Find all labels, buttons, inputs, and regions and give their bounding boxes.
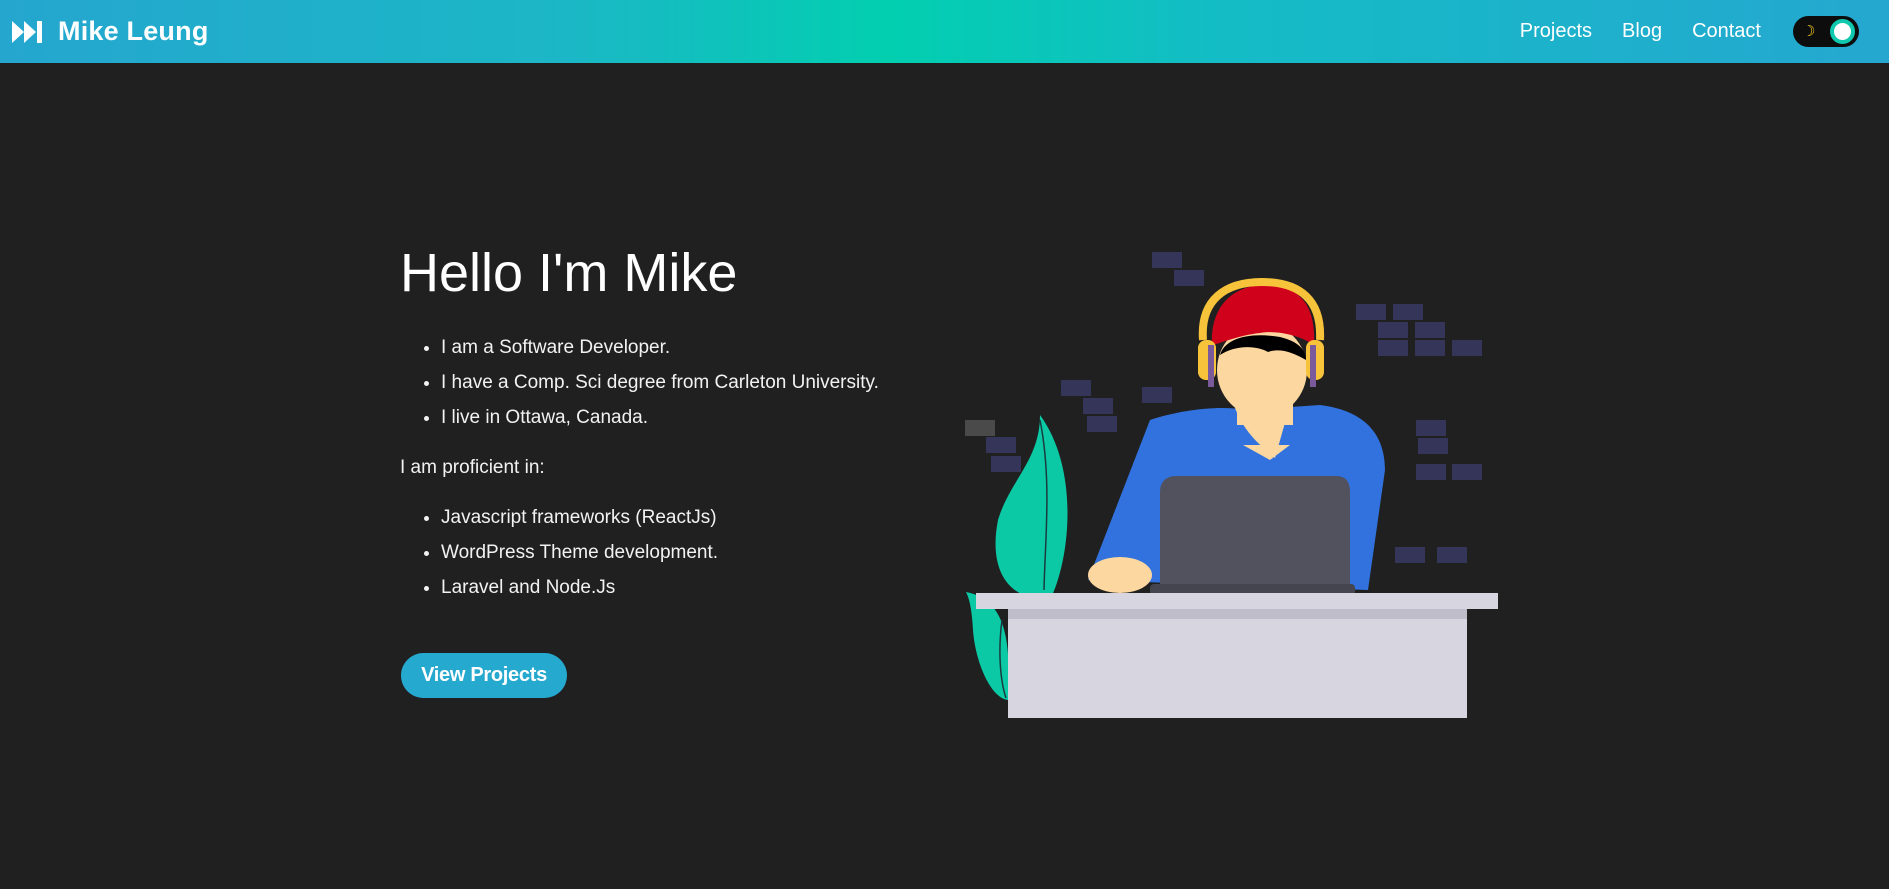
top-navbar: Mike Leung Projects Blog Contact ☽: [0, 0, 1889, 63]
list-item: I have a Comp. Sci degree from Carleton …: [441, 365, 879, 400]
brand-name: Mike Leung: [58, 16, 209, 46]
nav-links: Projects Blog Contact: [1490, 0, 1761, 63]
view-projects-button[interactable]: View Projects: [401, 653, 567, 698]
brand-home-link[interactable]: Mike Leung: [12, 0, 209, 63]
moon-icon: ☽: [1802, 23, 1816, 40]
nav-link-contact[interactable]: Contact: [1692, 20, 1761, 43]
developer-at-desk-illustration: [965, 252, 1498, 718]
toggle-knob: [1830, 19, 1855, 44]
hero-title: Hello I'm Mike: [400, 243, 738, 303]
proficient-label: I am proficient in:: [400, 457, 545, 478]
list-item: Javascript frameworks (ReactJs): [441, 500, 718, 535]
nav-link-blog[interactable]: Blog: [1622, 20, 1662, 43]
list-item: I live in Ottawa, Canada.: [441, 400, 879, 435]
list-item: WordPress Theme development.: [441, 535, 718, 570]
fast-forward-icon: [12, 20, 42, 43]
skills-list: Javascript frameworks (ReactJs) WordPres…: [400, 500, 718, 605]
nav-link-projects[interactable]: Projects: [1520, 20, 1592, 43]
about-list: I am a Software Developer. I have a Comp…: [400, 330, 879, 435]
list-item: Laravel and Node.Js: [441, 570, 718, 605]
dark-mode-toggle[interactable]: ☽: [1793, 16, 1859, 47]
list-item: I am a Software Developer.: [441, 330, 879, 365]
